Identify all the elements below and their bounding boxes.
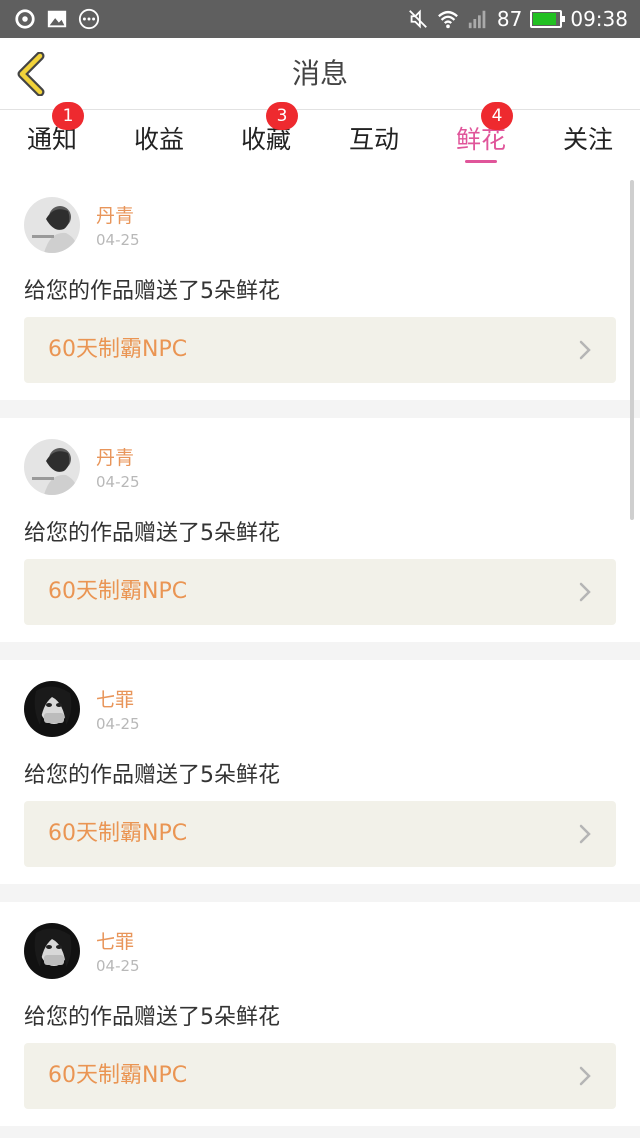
tab-interactions[interactable]: 互动 <box>324 110 424 176</box>
battery-fill <box>533 13 556 25</box>
message-card: 丹青 04-25 给您的作品赠送了5朵鲜花 60天制霸NPC <box>0 176 640 400</box>
chevron-right-icon <box>579 582 591 602</box>
unread-badge: 3 <box>266 102 298 130</box>
battery-percent: 87 <box>496 7 523 31</box>
message-list: 丹青 04-25 给您的作品赠送了5朵鲜花 60天制霸NPC 丹青 04-25 给您的作品赠… <box>0 176 640 1138</box>
chevron-right-icon <box>579 340 591 360</box>
scrollbar[interactable] <box>630 180 634 520</box>
sync-icon <box>15 9 35 29</box>
battery-icon <box>530 10 566 28</box>
tab-notifications[interactable]: 通知 1 <box>2 102 102 176</box>
message-date: 04-25 <box>96 715 140 733</box>
clock: 09:38 <box>570 7 628 31</box>
tab-label: 收益 <box>133 125 184 154</box>
message-text: 给您的作品赠送了5朵鲜花 <box>24 521 280 546</box>
page-title: 消息 <box>291 57 348 90</box>
chevron-right-icon <box>579 824 591 844</box>
active-tab-indicator <box>465 160 497 163</box>
unread-badge: 1 <box>52 102 84 130</box>
avatar[interactable] <box>24 439 80 495</box>
message-card: 七罪 04-25 给您的作品赠送了5朵鲜花 60天制霸NPC <box>0 902 640 1126</box>
username[interactable]: 七罪 <box>96 927 134 954</box>
avatar[interactable] <box>24 681 80 737</box>
message-date: 04-25 <box>96 231 140 249</box>
avatar[interactable] <box>24 197 80 253</box>
image-icon <box>47 10 67 28</box>
tab-follows[interactable]: 关注 <box>538 110 638 176</box>
username[interactable]: 丹青 <box>96 201 134 228</box>
message-text: 给您的作品赠送了5朵鲜花 <box>24 279 280 304</box>
unread-badge: 4 <box>481 102 513 130</box>
work-link[interactable]: 60天制霸NPC <box>24 317 616 383</box>
message-date: 04-25 <box>96 957 140 975</box>
wifi-icon <box>437 10 458 29</box>
chevron-right-icon <box>579 1066 591 1086</box>
message-date: 04-25 <box>96 473 140 491</box>
signal-icon <box>468 10 486 29</box>
header: 消息 <box>0 38 640 110</box>
work-title: 60天制霸NPC <box>48 337 188 362</box>
message-card: 丹青 04-25 给您的作品赠送了5朵鲜花 60天制霸NPC <box>0 418 640 642</box>
work-link[interactable]: 60天制霸NPC <box>24 1043 616 1109</box>
tab-flowers[interactable]: 鲜花 4 <box>431 102 531 176</box>
tab-earnings[interactable]: 收益 <box>109 110 209 176</box>
tab-label: 关注 <box>562 125 613 154</box>
message-text: 给您的作品赠送了5朵鲜花 <box>24 1005 280 1030</box>
work-title: 60天制霸NPC <box>48 1063 188 1088</box>
mute-icon <box>409 9 427 29</box>
work-link[interactable]: 60天制霸NPC <box>24 801 616 867</box>
message-card: 七罪 04-25 给您的作品赠送了5朵鲜花 60天制霸NPC <box>0 660 640 884</box>
more-dots-icon <box>78 8 100 30</box>
username[interactable]: 七罪 <box>96 685 134 712</box>
tab-favorites[interactable]: 收藏 3 <box>216 102 316 176</box>
username[interactable]: 丹青 <box>96 443 134 470</box>
work-title: 60天制霸NPC <box>48 579 188 604</box>
work-link[interactable]: 60天制霸NPC <box>24 559 616 625</box>
message-text: 给您的作品赠送了5朵鲜花 <box>24 763 280 788</box>
work-title: 60天制霸NPC <box>48 821 188 846</box>
avatar[interactable] <box>24 923 80 979</box>
tab-label: 互动 <box>348 125 399 154</box>
status-bar: 87 09:38 <box>0 0 640 38</box>
tab-bar: 通知 1 收益 收藏 3 互动 鲜花 4 关注 <box>0 102 640 176</box>
